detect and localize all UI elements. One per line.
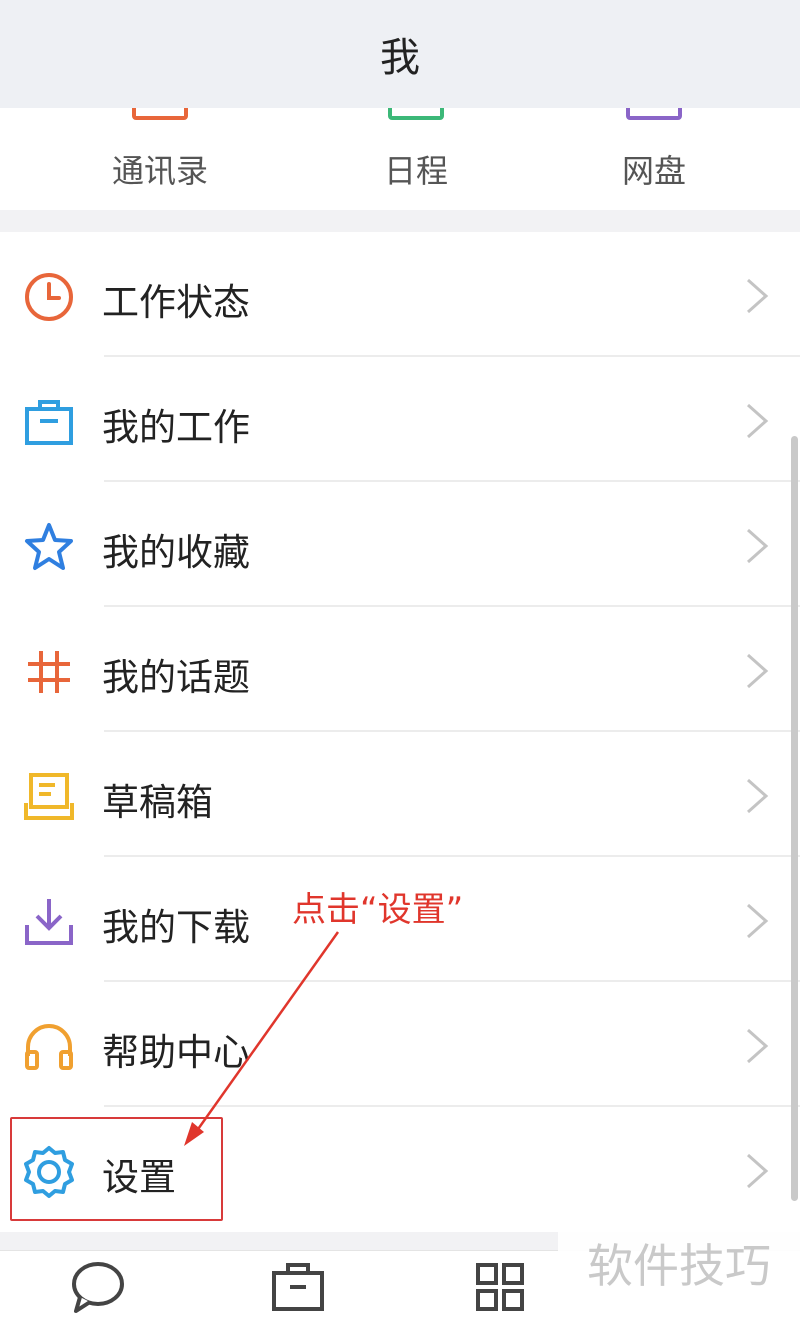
chat-bubble-icon[interactable] [68, 1259, 128, 1315]
settings-highlight-box [10, 1117, 223, 1221]
menu-item-work-status[interactable]: 工作状态 [0, 232, 800, 357]
quick-action-label: 通讯录 [111, 152, 208, 190]
drafts-tray-icon [24, 773, 74, 820]
menu-item-topics[interactable]: 我的话题 [0, 607, 800, 732]
top-nav-bar: 我 [0, 0, 800, 108]
chevron-right-icon [747, 653, 769, 689]
menu-item-label: 工作状态 [102, 281, 250, 324]
quick-actions-row: 通讯录 日程 网盘 [0, 108, 800, 210]
scrollbar[interactable] [791, 436, 798, 1201]
contacts-icon [132, 108, 188, 120]
clock-icon [25, 273, 73, 321]
hashtag-icon [28, 651, 70, 693]
menu-item-help-center[interactable]: 帮助中心 [0, 982, 800, 1107]
grid-apps-icon[interactable] [470, 1259, 530, 1315]
menu-item-my-work[interactable]: 我的工作 [0, 357, 800, 482]
menu-item-favorites[interactable]: 我的收藏 [0, 482, 800, 607]
menu-item-label: 帮助中心 [102, 1031, 250, 1074]
menu-item-label: 我的工作 [102, 406, 250, 449]
quick-action-label: 网盘 [621, 152, 686, 190]
chevron-right-icon [747, 778, 769, 814]
menu-item-label: 我的收藏 [102, 531, 250, 574]
chevron-right-icon [747, 903, 769, 939]
briefcase-icon[interactable] [268, 1259, 328, 1315]
quick-action-calendar[interactable]: 日程 [316, 108, 516, 210]
briefcase-icon [25, 400, 73, 445]
page-title: 我 [380, 35, 420, 81]
chevron-right-icon [747, 403, 769, 439]
quick-action-cloud-disk[interactable]: 网盘 [554, 108, 754, 210]
annotation-text: 点击“设置” [292, 890, 464, 930]
menu-item-label: 我的下载 [102, 906, 250, 949]
chevron-right-icon [747, 528, 769, 564]
menu-item-drafts[interactable]: 草稿箱 [0, 732, 800, 857]
settings-menu-list: 工作状态 我的工作 我的收藏 我的话题 草稿箱 我的下载 帮助中心 设置 [0, 232, 800, 1232]
chevron-right-icon [747, 278, 769, 314]
chevron-right-icon [747, 1153, 769, 1189]
chevron-right-icon [747, 1028, 769, 1064]
download-icon [25, 899, 73, 945]
quick-action-label: 日程 [383, 152, 448, 190]
star-icon [25, 523, 73, 570]
headphones-icon [25, 1024, 73, 1070]
watermark-text: 软件技巧 [558, 1228, 800, 1298]
cloud-disk-icon [626, 108, 682, 120]
calendar-icon [388, 108, 444, 120]
menu-item-label: 我的话题 [102, 656, 250, 699]
quick-action-contacts[interactable]: 通讯录 [60, 108, 260, 210]
menu-item-label: 草稿箱 [102, 781, 213, 824]
